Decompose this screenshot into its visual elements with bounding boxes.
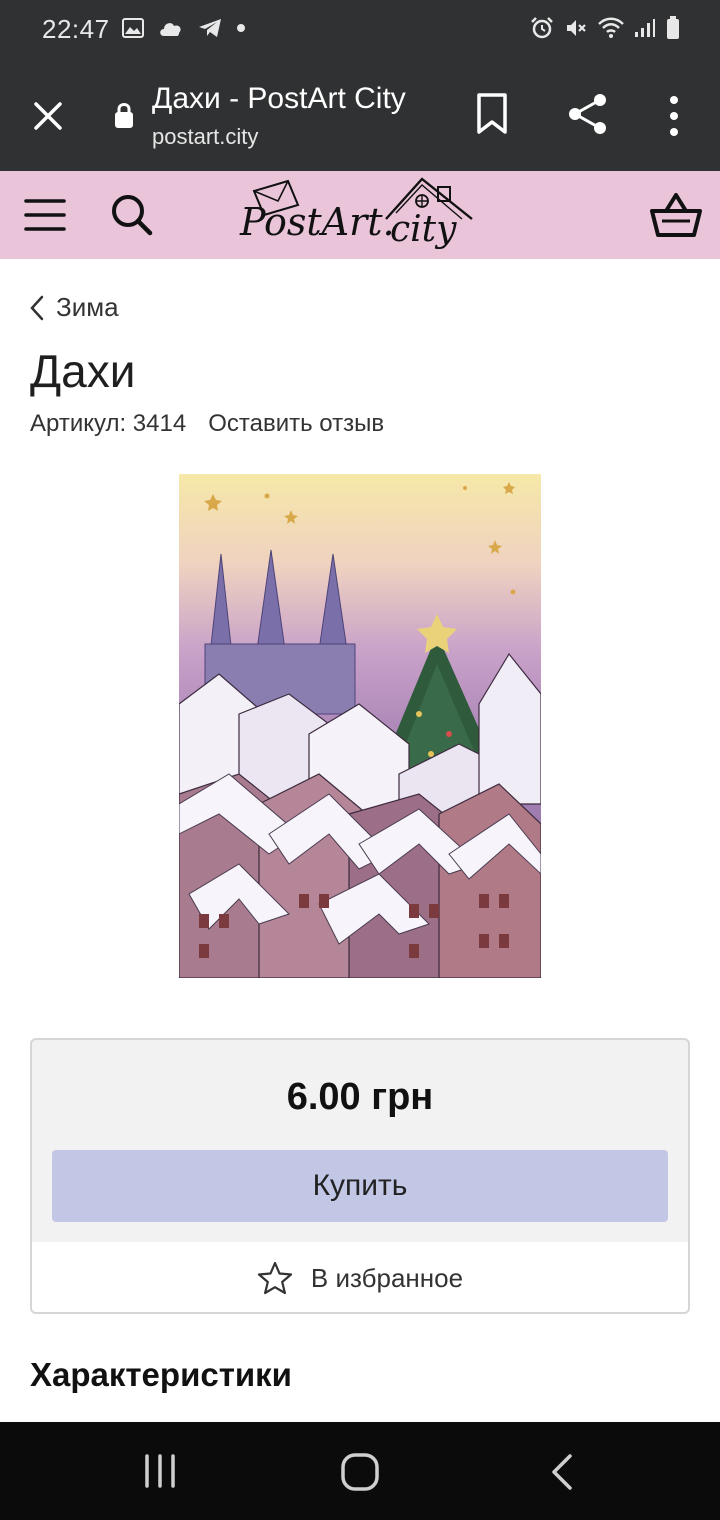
product-price: 6.00 грн: [286, 1076, 434, 1118]
back-icon[interactable]: [548, 1452, 576, 1492]
home-icon[interactable]: [340, 1452, 380, 1492]
telegram-icon: [199, 19, 221, 37]
purchase-card: 6.00 грн Купить В избранное: [30, 1038, 690, 1314]
favorites-label: В избранное: [310, 1262, 464, 1293]
cloud-icon: [160, 23, 181, 36]
add-to-favorites-button[interactable]: В избранное: [32, 1242, 688, 1312]
system-navigation-bar: [0, 1422, 720, 1520]
signal-icon: [635, 19, 655, 37]
status-bar: 22:47: [0, 0, 720, 60]
site-header: PostArt. city: [0, 171, 720, 259]
status-time: 22:47: [42, 14, 110, 44]
wifi-icon: [598, 17, 624, 38]
search-icon[interactable]: [110, 193, 154, 237]
status-notification-icons: [122, 18, 246, 38]
url-text[interactable]: postart.city: [152, 124, 258, 150]
product-sku: Артикул: 3414: [30, 410, 187, 437]
svg-text:PostArt.: PostArt.: [239, 200, 395, 244]
dot-icon: [237, 24, 245, 32]
chevron-left-icon: [30, 295, 44, 320]
leave-review-link[interactable]: Оставить отзыв: [208, 410, 384, 438]
browser-toolbar: Дахи - PostArt City postart.city: [0, 60, 720, 171]
breadcrumb-label[interactable]: Зима: [56, 292, 119, 323]
product-image[interactable]: [179, 474, 541, 978]
breadcrumb[interactable]: Зима: [30, 292, 119, 323]
more-options-icon[interactable]: [664, 94, 684, 138]
close-icon[interactable]: [28, 96, 68, 136]
battery-icon: [667, 16, 679, 39]
status-system-icons: [530, 16, 680, 40]
image-icon: [122, 18, 144, 38]
site-logo[interactable]: PostArt. city: [236, 175, 482, 259]
svg-text:city: city: [390, 209, 457, 250]
star-icon: [257, 1261, 293, 1295]
cart-icon[interactable]: [650, 191, 702, 239]
recent-apps-icon[interactable]: [142, 1454, 178, 1488]
page-title-tab[interactable]: Дахи - PostArt City: [152, 82, 406, 116]
characteristics-heading: Характеристики: [30, 1356, 292, 1393]
bookmark-icon[interactable]: [474, 92, 510, 136]
buy-button[interactable]: Купить: [52, 1150, 668, 1222]
menu-icon[interactable]: [24, 195, 66, 235]
mute-icon: [567, 20, 586, 36]
alarm-icon: [531, 17, 553, 39]
product-meta: Артикул: 3414 Оставить отзыв: [30, 410, 384, 438]
product-title: Дахи: [30, 345, 136, 397]
share-icon[interactable]: [566, 92, 610, 136]
lock-icon: [115, 103, 133, 128]
